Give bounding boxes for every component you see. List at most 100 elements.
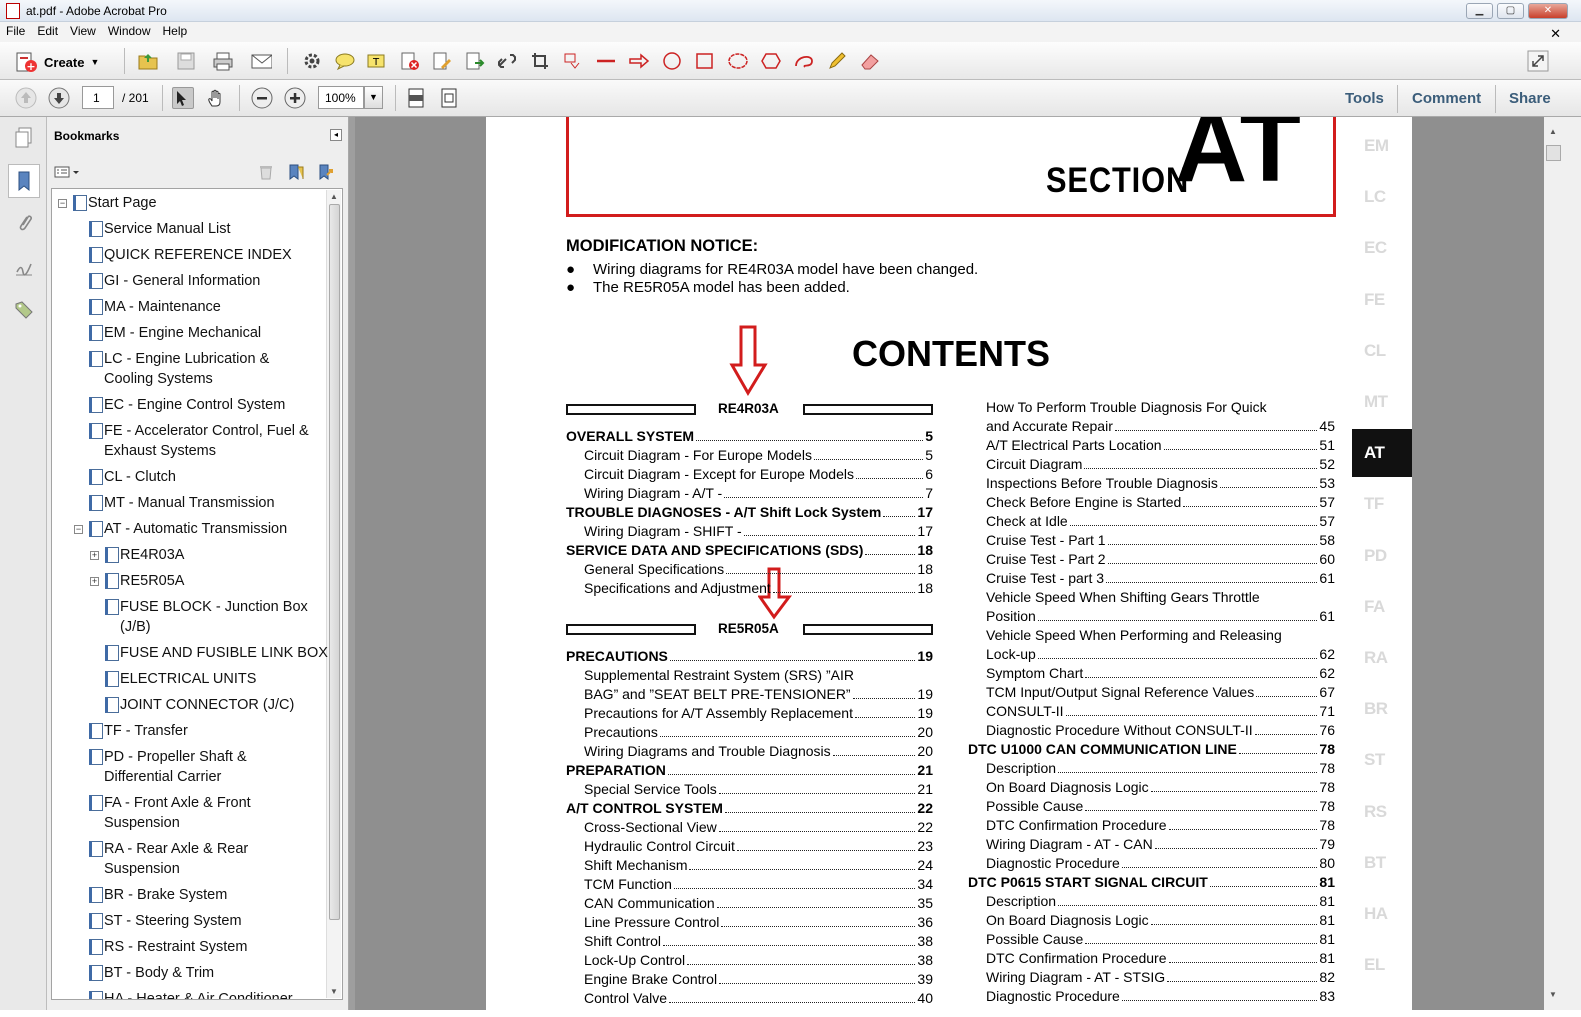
edit-page-icon[interactable] xyxy=(431,50,453,72)
delete-bookmark-icon[interactable] xyxy=(255,161,277,183)
toc-entry[interactable]: Vehicle Speed When Shifting Gears Thrott… xyxy=(986,588,1335,607)
toc-entry[interactable]: Cruise Test - Part 1 58 xyxy=(986,531,1335,550)
save-icon[interactable] xyxy=(175,50,197,72)
toc-entry[interactable]: and Accurate Repair 45 xyxy=(986,417,1335,436)
expand-bookmark-icon[interactable] xyxy=(315,161,337,183)
toc-entry[interactable]: Engine Brake Control 39 xyxy=(584,970,933,989)
polyline-tool-icon[interactable] xyxy=(793,50,815,72)
toc-entry[interactable]: Circuit Diagram - Except for Europe Mode… xyxy=(584,465,933,484)
toc-entry[interactable]: Description 78 xyxy=(986,759,1335,778)
zoom-dropdown-icon[interactable]: ▼ xyxy=(364,86,383,109)
toc-entry[interactable]: Lock-Up Control 38 xyxy=(584,951,933,970)
toc-entry[interactable]: Shift Control 38 xyxy=(584,932,933,951)
document-scrollbar[interactable]: ▲ ▼ xyxy=(1544,117,1581,1010)
menu-edit[interactable]: Edit xyxy=(31,22,64,38)
tools-link[interactable]: Tools xyxy=(1345,90,1384,107)
textbox-icon[interactable] xyxy=(562,50,584,72)
link-icon[interactable] xyxy=(496,50,518,72)
toc-entry[interactable]: Special Service Tools 21 xyxy=(584,780,933,799)
rectangle-tool-icon[interactable] xyxy=(694,50,716,72)
close-window-button[interactable]: ✕ xyxy=(1528,3,1568,19)
fit-page-icon[interactable] xyxy=(438,87,460,109)
menu-file[interactable]: File xyxy=(0,22,31,38)
toc-entry[interactable]: General Specifications 18 xyxy=(584,560,933,579)
scrollbar-thumb[interactable] xyxy=(329,204,340,920)
toc-entry[interactable]: Check Before Engine is Started 57 xyxy=(986,493,1335,512)
toc-entry[interactable]: Cross-Sectional View 22 xyxy=(584,818,933,837)
highlight-text-icon[interactable]: T xyxy=(366,50,388,72)
toc-entry[interactable]: PREPARATION 21 xyxy=(566,761,933,780)
toc-entry[interactable]: DTC Confirmation Procedure 78 xyxy=(986,816,1335,835)
open-folder-icon[interactable] xyxy=(137,50,159,72)
maximize-button[interactable]: ▢ xyxy=(1497,3,1524,19)
toc-entry[interactable]: Lock-up 62 xyxy=(986,645,1335,664)
toc-entry[interactable]: SERVICE DATA AND SPECIFICATIONS (SDS) 18 xyxy=(566,541,933,560)
previous-page-icon[interactable] xyxy=(15,87,37,109)
toc-entry[interactable]: TCM Input/Output Signal Reference Values… xyxy=(986,683,1335,702)
toc-entry[interactable]: Check at Idle 57 xyxy=(986,512,1335,531)
toc-entry[interactable]: Wiring Diagram - AT - CAN 79 xyxy=(986,835,1335,854)
email-icon[interactable] xyxy=(250,50,272,72)
toc-entry[interactable]: Shift Mechanism 24 xyxy=(584,856,933,875)
toc-entry[interactable]: DTC U1000 CAN COMMUNICATION LINE 78 xyxy=(968,740,1335,759)
toc-entry[interactable]: Possible Cause 78 xyxy=(986,797,1335,816)
page-number-input[interactable]: 1 xyxy=(82,86,114,109)
arrow-tool-icon[interactable] xyxy=(628,50,650,72)
collapse-node-icon[interactable]: − xyxy=(74,525,83,534)
expand-view-icon[interactable] xyxy=(1527,50,1549,72)
toc-entry[interactable]: CAN Communication 35 xyxy=(584,894,933,913)
toc-entry[interactable]: DTC Confirmation Procedure 81 xyxy=(986,949,1335,968)
minimize-button[interactable]: ▁ xyxy=(1466,3,1493,19)
toc-entry[interactable]: Possible Cause 81 xyxy=(986,930,1335,949)
page-thumbnails-icon[interactable] xyxy=(11,125,37,151)
toc-entry[interactable]: Wiring Diagram - AT - STSIG 82 xyxy=(986,968,1335,987)
toc-entry[interactable]: Diagnostic Procedure Without CONSULT-II 7… xyxy=(986,721,1335,740)
toc-entry[interactable]: DTC P0615 START SIGNAL CIRCUIT 81 xyxy=(968,873,1335,892)
toc-entry[interactable]: Circuit Diagram - For Europe Models 5 xyxy=(584,446,933,465)
toc-entry[interactable]: Line Pressure Control 36 xyxy=(584,913,933,932)
toc-entry[interactable]: BAG” and ”SEAT BELT PRE-TENSIONER” 19 xyxy=(584,685,933,704)
toc-entry[interactable]: TROUBLE DIAGNOSES - A/T Shift Lock Syste… xyxy=(566,503,933,522)
menu-help[interactable]: Help xyxy=(157,22,194,38)
menu-window[interactable]: Window xyxy=(102,22,157,38)
tags-icon[interactable] xyxy=(11,297,37,323)
toc-entry[interactable]: A/T Electrical Parts Location 51 xyxy=(986,436,1335,455)
menu-view[interactable]: View xyxy=(64,22,102,38)
signatures-icon[interactable] xyxy=(11,254,37,280)
gear-icon[interactable] xyxy=(301,50,323,72)
toc-entry[interactable]: Symptom Chart 62 xyxy=(986,664,1335,683)
toc-entry[interactable]: Specifications and Adjustment 18 xyxy=(584,579,933,598)
new-bookmark-icon[interactable] xyxy=(285,161,307,183)
print-icon[interactable] xyxy=(212,50,234,72)
delete-page-icon[interactable] xyxy=(399,50,421,72)
bookmarks-panel-icon[interactable] xyxy=(8,164,40,198)
zoom-in-icon[interactable] xyxy=(284,87,306,109)
hand-tool-icon[interactable] xyxy=(205,87,227,109)
toc-entry[interactable]: Wiring Diagram - SHIFT - 17 xyxy=(584,522,933,541)
toc-entry[interactable]: Diagnostic Procedure 83 xyxy=(986,987,1335,1006)
comment-link[interactable]: Comment xyxy=(1412,90,1481,107)
share-link[interactable]: Share xyxy=(1509,90,1551,107)
toc-entry[interactable]: Control Valve 40 xyxy=(584,989,933,1008)
expand-node-icon[interactable]: + xyxy=(90,551,99,560)
options-menu-icon[interactable] xyxy=(53,161,81,183)
eraser-icon[interactable] xyxy=(859,50,881,72)
pencil-icon[interactable] xyxy=(826,50,848,72)
toc-entry[interactable]: Wiring Diagram - A/T - 7 xyxy=(584,484,933,503)
toc-entry[interactable]: Precautions 20 xyxy=(584,723,933,742)
zoom-level-input[interactable]: 100% xyxy=(318,86,364,109)
toc-entry[interactable]: Cruise Test - part 3 61 xyxy=(986,569,1335,588)
attachments-icon[interactable] xyxy=(11,210,37,236)
toc-entry[interactable]: Inspections Before Trouble Diagnosis 53 xyxy=(986,474,1335,493)
select-cursor-icon[interactable] xyxy=(172,87,194,109)
comment-bubble-icon[interactable] xyxy=(334,50,356,72)
toc-entry[interactable]: Cruise Test - Part 2 60 xyxy=(986,550,1335,569)
toc-entry[interactable]: How To Perform Trouble Diagnosis For Qui… xyxy=(986,398,1335,417)
bookmarks-scrollbar[interactable]: ▲ ▼ xyxy=(326,190,341,998)
close-document-icon[interactable]: ✕ xyxy=(1544,24,1567,42)
create-button[interactable]: + Create ▼ xyxy=(14,50,99,74)
fit-width-icon[interactable] xyxy=(405,87,427,109)
expand-node-icon[interactable]: + xyxy=(90,577,99,586)
polygon-tool-icon[interactable] xyxy=(760,50,782,72)
crop-icon[interactable] xyxy=(530,50,552,72)
